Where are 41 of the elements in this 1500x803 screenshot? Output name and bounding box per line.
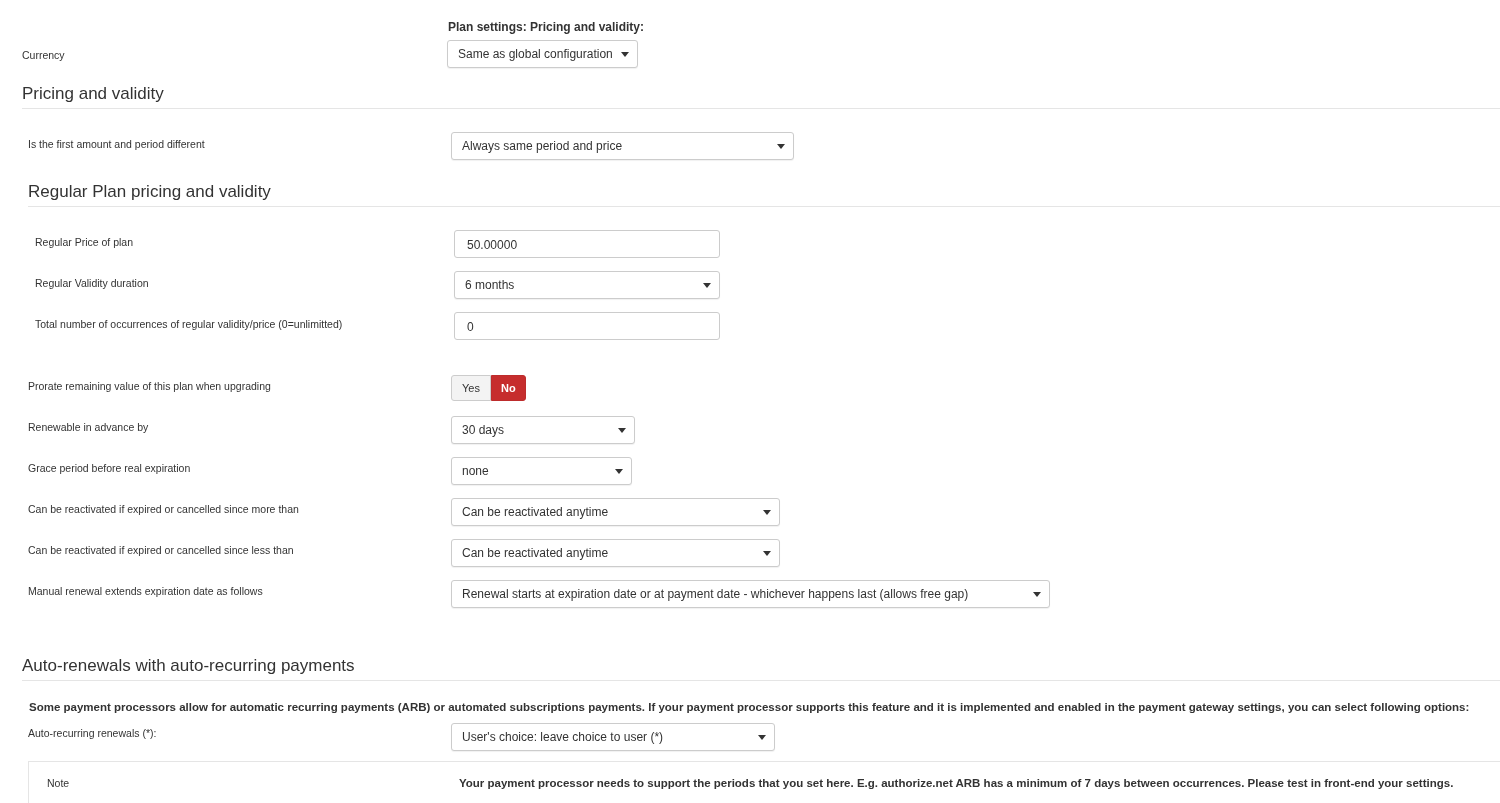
caret-icon [615,468,623,474]
field-label: Regular Price of plan [35,235,135,248]
dropdown-select[interactable]: Same as global configuration [447,40,638,68]
caret-icon [703,282,711,288]
caret-icon [763,550,771,556]
dropdown-select[interactable]: Can be reactivated anytime [451,498,780,526]
section-heading: Pricing and validity [22,84,1500,109]
field-label: Renewable in advance by [28,420,150,433]
section-heading: Auto-renewals with auto-recurring payments [22,656,1500,681]
toggle-option[interactable]: No [490,375,526,401]
input-field[interactable]: 50.00000 [454,230,720,258]
field-label: Is the first amount and period different [28,137,206,150]
toggle-option[interactable]: Yes [451,375,491,401]
dropdown-select[interactable]: Can be reactivated anytime [451,539,780,567]
caret-icon [618,427,626,433]
field-label: Can be reactivated if expired or cancelled since less than [28,543,295,556]
dropdown-select[interactable]: 30 days [451,416,635,444]
section-heading: Regular Plan pricing and validity [28,182,1500,207]
field-label: Currency [22,48,66,61]
page-title: Plan settings: Pricing and validity: [448,20,646,36]
caret-icon [1033,591,1041,597]
dropdown-select[interactable]: 6 months [454,271,720,299]
field-label: Can be reactivated if expired or cancelled since more than [28,502,300,515]
note-text: Your payment processor needs to support the periods that you set here. E.g. authorize.net ARB has a minimum of 7 days between occurrences. Please test in front-end your settings. [459,777,1454,791]
field-label: Manual renewal extends expiration date as follows [28,584,264,597]
field-label: Auto-recurring renewals (*): [28,726,158,739]
input-field[interactable]: 0 [454,312,720,340]
note-label: Note [46,777,71,791]
field-label: Regular Validity duration [35,276,150,289]
dropdown-select[interactable]: Always same period and price [451,132,794,160]
intro-text: Some payment processors allow for automatic recurring payments (ARB) or automated subscriptions payments. If your payment processor supports this feature and it is implemented and enabled in the payment gateway settings, you can select following options: [29,701,1471,715]
dropdown-select[interactable]: Renewal starts at expiration date or at payment date - whichever happens last (allows free gap) [451,580,1050,608]
field-label: Grace period before real expiration [28,461,192,474]
dropdown-select[interactable]: User's choice: leave choice to user (*) [451,723,775,751]
field-label: Prorate remaining value of this plan when upgrading [28,379,272,392]
dropdown-select[interactable]: none [451,457,632,485]
caret-icon [621,51,629,57]
caret-icon [763,509,771,515]
field-label: Total number of occurrences of regular validity/price (0=unlimitted) [35,317,344,330]
caret-icon [758,734,766,740]
caret-icon [777,143,785,149]
